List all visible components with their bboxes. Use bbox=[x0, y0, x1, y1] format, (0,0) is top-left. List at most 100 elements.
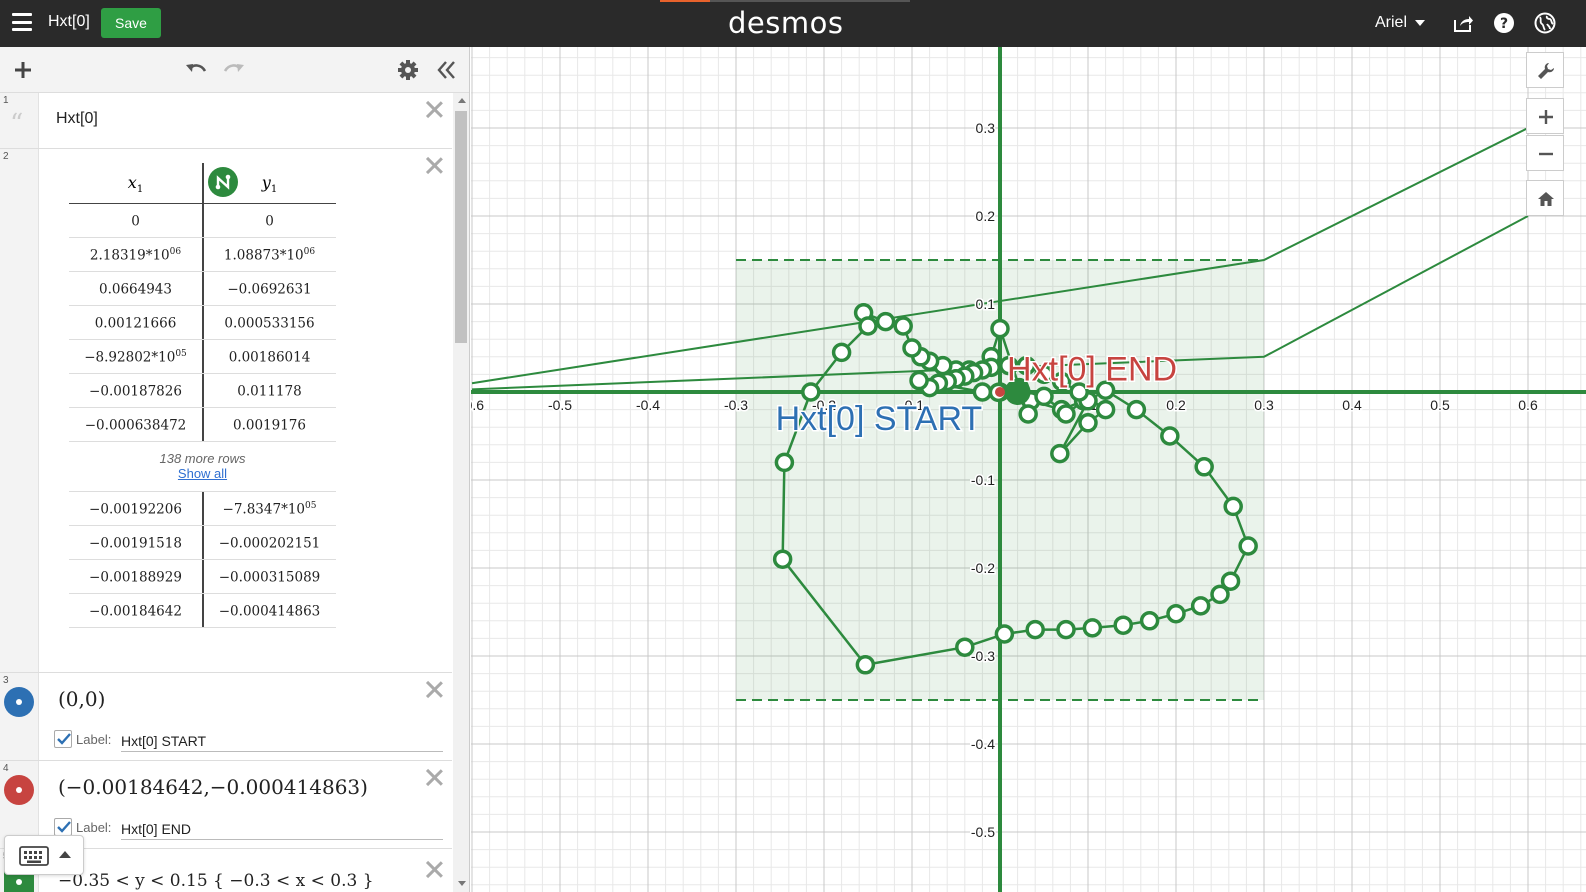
table-cell-x[interactable]: −0.000638472 bbox=[69, 417, 202, 434]
table-cell-x[interactable]: −0.00191518 bbox=[69, 535, 202, 552]
scroll-up-icon[interactable] bbox=[458, 98, 466, 103]
table-cell-x[interactable]: 0.0664943 bbox=[69, 281, 202, 298]
graph-plot[interactable]: -0.6 -0.5 -0.4 -0.3 -0.2 -0.1 0.1 0.2 0.3 0.4 0.5 0… bbox=[471, 47, 1586, 892]
user-menu[interactable]: Ariel bbox=[1375, 14, 1426, 32]
delete-expression-icon[interactable] bbox=[424, 859, 444, 879]
share-icon[interactable] bbox=[1452, 12, 1474, 34]
table-cell-x[interactable]: −0.00188929 bbox=[69, 569, 202, 586]
loading-strip-track bbox=[710, 0, 910, 2]
trajectory-point bbox=[955, 637, 975, 657]
trajectory-point bbox=[875, 311, 896, 332]
label-checkbox[interactable] bbox=[54, 730, 72, 748]
keyboard-toggle-button[interactable] bbox=[4, 835, 84, 875]
table-row[interactable]: 00 bbox=[69, 204, 336, 238]
table-cell-x[interactable]: 0 bbox=[69, 213, 202, 230]
x-tick-label: -0.3 bbox=[724, 397, 748, 413]
expression-note[interactable]: 1 “ Hxt[0] bbox=[0, 93, 452, 149]
delete-expression-icon[interactable] bbox=[424, 679, 444, 699]
expression-index: 3 bbox=[3, 675, 9, 686]
trajectory-point bbox=[1220, 571, 1241, 591]
expression-point-start[interactable]: 3 (0,0) Label: bbox=[0, 673, 452, 761]
table-cell-y[interactable]: 0.011178 bbox=[203, 383, 336, 400]
table-cell-x[interactable]: −8.92802*1005 bbox=[69, 349, 202, 366]
table-cell-y[interactable]: −0.000414863 bbox=[203, 603, 336, 620]
expression-table[interactable]: 2 x1 y1 0 0 2.18319*1006 1.08873*1006 0.0664… bbox=[0, 149, 452, 724]
table-row[interactable]: −8.92802*1005 0.00186014 bbox=[69, 340, 336, 374]
x-tick-label: 0.3 bbox=[1254, 397, 1274, 413]
delete-expression-icon[interactable] bbox=[424, 767, 444, 787]
expression-index: 1 bbox=[3, 95, 9, 106]
trajectory-point bbox=[1095, 399, 1116, 420]
table-row[interactable]: −0.000638472 0.0019176 bbox=[69, 408, 336, 442]
label-input[interactable] bbox=[121, 730, 443, 752]
zoom-in-button[interactable] bbox=[1526, 98, 1564, 134]
point-style-icon[interactable] bbox=[4, 775, 34, 805]
table-cell-y[interactable]: −7.8347*1005 bbox=[203, 501, 336, 518]
expression-latex[interactable]: −0.35 < y < 0.15 { −0.3 < x < 0.3 } bbox=[58, 871, 374, 891]
table-cell-x[interactable]: −0.00187826 bbox=[69, 383, 202, 400]
table-cell-y[interactable]: 0.000533156 bbox=[203, 315, 336, 332]
trajectory-point bbox=[994, 624, 1015, 644]
expression-scrollbar[interactable] bbox=[453, 93, 469, 892]
show-all-link[interactable]: Show all bbox=[69, 466, 336, 481]
undo-icon[interactable] bbox=[183, 57, 211, 83]
table-cell-y[interactable]: −0.000315089 bbox=[203, 569, 336, 586]
trajectory-point bbox=[1126, 399, 1147, 420]
trajectory-point bbox=[1194, 457, 1214, 477]
home-view-button[interactable] bbox=[1526, 180, 1564, 216]
label-input[interactable] bbox=[121, 818, 443, 840]
x-tick-label: -0.5 bbox=[548, 397, 572, 413]
graph-canvas[interactable]: -0.6 -0.5 -0.4 -0.3 -0.2 -0.1 0.1 0.2 0.3 0.4 0.5 0… bbox=[471, 47, 1586, 892]
chevron-down-icon bbox=[1415, 19, 1426, 26]
plus-icon bbox=[1539, 110, 1553, 124]
trajectory-point bbox=[1223, 496, 1243, 517]
table-cell-x[interactable]: 2.18319*1006 bbox=[69, 247, 202, 264]
table-cell-y[interactable]: 0.0019176 bbox=[203, 417, 336, 434]
help-icon[interactable]: ? bbox=[1493, 12, 1515, 34]
expression-latex[interactable]: (−0.00184642,−0.000414863) bbox=[58, 775, 368, 799]
table-cell-x[interactable]: −0.00184642 bbox=[69, 603, 202, 620]
zoom-out-button[interactable] bbox=[1526, 135, 1564, 171]
delete-expression-icon[interactable] bbox=[424, 99, 444, 119]
keyboard-icon bbox=[19, 846, 49, 866]
gear-icon[interactable] bbox=[395, 57, 423, 83]
label-checkbox[interactable] bbox=[54, 818, 72, 836]
add-expression-icon[interactable] bbox=[10, 57, 38, 83]
table-row[interactable]: −0.00187826 0.011178 bbox=[69, 374, 336, 408]
table-cell-x[interactable]: 0.00121666 bbox=[69, 315, 202, 332]
x-tick-label: -0.6 bbox=[471, 397, 484, 413]
graph-title[interactable]: Hxt[0] bbox=[48, 13, 90, 31]
table-row[interactable]: 2.18319*1006 1.08873*1006 bbox=[69, 238, 336, 272]
save-button[interactable]: Save bbox=[101, 8, 161, 38]
table-row[interactable]: 0.00121666 0.000533156 bbox=[69, 306, 336, 340]
table-cell-x[interactable]: −0.00192206 bbox=[69, 501, 202, 518]
note-text[interactable]: Hxt[0] bbox=[56, 110, 98, 128]
table-cell-y[interactable]: 1.08873*1006 bbox=[203, 247, 336, 264]
table-row[interactable]: −0.00188929 −0.000315089 bbox=[69, 560, 336, 594]
delete-expression-icon[interactable] bbox=[424, 155, 444, 175]
table-cell-y[interactable]: −0.0692631 bbox=[203, 281, 336, 298]
table-cell-y[interactable]: 0.00186014 bbox=[203, 349, 336, 366]
column-header-x[interactable]: x1 bbox=[69, 173, 202, 195]
table-cell-y[interactable]: 0 bbox=[203, 213, 336, 230]
redo-icon[interactable] bbox=[221, 57, 249, 83]
expression-latex[interactable]: (0,0) bbox=[58, 687, 105, 711]
trajectory-point bbox=[1190, 596, 1211, 616]
table-cell-y[interactable]: −0.000202151 bbox=[203, 535, 336, 552]
table-row[interactable]: −0.00184642 −0.000414863 bbox=[69, 594, 336, 628]
y-tick-label: -0.1 bbox=[971, 472, 995, 488]
trajectory-point bbox=[1113, 615, 1133, 635]
point-style-icon[interactable] bbox=[4, 687, 34, 717]
column-header-y[interactable]: y1 bbox=[203, 173, 336, 195]
collapse-panel-icon[interactable] bbox=[433, 57, 461, 83]
menu-icon[interactable] bbox=[12, 13, 32, 31]
y-tick-label: 0.2 bbox=[976, 208, 996, 224]
globe-icon[interactable] bbox=[1534, 12, 1556, 34]
scroll-thumb[interactable] bbox=[455, 111, 467, 343]
table-row[interactable]: −0.00191518 −0.000202151 bbox=[69, 526, 336, 560]
graph-settings-button[interactable] bbox=[1526, 52, 1564, 88]
scroll-down-icon[interactable] bbox=[458, 881, 466, 886]
trajectory-point bbox=[1018, 404, 1038, 424]
table-row[interactable]: −0.00192206 −7.8347*1005 bbox=[69, 492, 336, 526]
table-row[interactable]: 0.0664943 −0.0692631 bbox=[69, 272, 336, 306]
